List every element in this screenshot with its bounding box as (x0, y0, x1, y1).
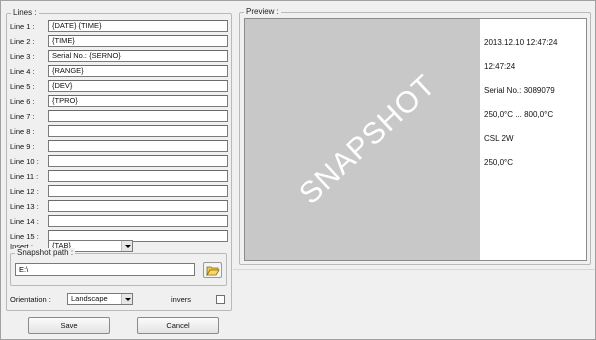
line-label: Line 4 : (10, 67, 35, 76)
lines-group-title: Lines : (11, 8, 39, 18)
orientation-select[interactable]: Landscape (67, 293, 133, 305)
line-label: Line 1 : (10, 22, 35, 31)
preview-canvas: SNAPSHOT 2013.12.10 12:47:24 12:47:24 Se… (244, 18, 587, 261)
line-6-input[interactable]: {TPRO} (48, 95, 228, 107)
line-row-2: Line 2 : {TIME} (7, 35, 233, 48)
line-label: Line 9 : (10, 142, 35, 151)
line-label: Line 11 : (10, 172, 39, 181)
preview-title: Preview : (244, 7, 281, 17)
line-label: Line 7 : (10, 112, 35, 121)
divider (233, 269, 595, 270)
snapshot-watermark: SNAPSHOT (293, 68, 443, 211)
line-row-7: Line 7 : (7, 110, 233, 123)
snapshot-path-group: Snapshot path : E:\ (10, 248, 227, 286)
line-label: Line 14 : (10, 217, 39, 226)
line-row-5: Line 5 : {DEV} (7, 80, 233, 93)
line-row-3: Line 3 : Serial No.: {SERNO} (7, 50, 233, 63)
line-row-11: Line 11 : (7, 170, 233, 183)
line-row-1: Line 1 : {DATE} {TIME} (7, 20, 233, 33)
invers-label: invers (171, 295, 192, 304)
line-4-input[interactable]: {RANGE} (48, 65, 228, 77)
line-row-9: Line 9 : (7, 140, 233, 153)
line-1-input[interactable]: {DATE} {TIME} (48, 20, 228, 32)
line-8-input[interactable] (48, 125, 228, 137)
orientation-label: Orientation : (10, 295, 51, 304)
line-label: Line 12 : (10, 187, 39, 196)
preview-overlay-text: 2013.12.10 12:47:24 12:47:24 Serial No.:… (484, 23, 557, 183)
line-11-input[interactable] (48, 170, 228, 182)
preview-line: 250,0°C ... 800,0°C (484, 110, 554, 119)
line-row-12: Line 12 : (7, 185, 233, 198)
line-label: Line 5 : (10, 82, 35, 91)
lines-group: Lines : Line 1 : {DATE} {TIME} Line 2 : … (6, 8, 233, 311)
line-9-input[interactable] (48, 140, 228, 152)
folder-open-icon (206, 266, 220, 276)
preview-line: 2013.12.10 12:47:24 (484, 38, 558, 47)
cancel-button[interactable]: Cancel (137, 317, 219, 334)
line-row-8: Line 8 : (7, 125, 233, 138)
line-label: Line 6 : (10, 97, 35, 106)
line-label: Line 10 : (10, 157, 39, 166)
line-row-14: Line 14 : (7, 215, 233, 228)
line-label: Line 8 : (10, 127, 35, 136)
line-label: Line 13 : (10, 202, 39, 211)
preview-image-placeholder: SNAPSHOT (245, 19, 480, 260)
preview-line: Serial No.: 3089079 (484, 86, 555, 95)
line-2-input[interactable]: {TIME} (48, 35, 228, 47)
line-12-input[interactable] (48, 185, 228, 197)
line-label: Line 3 : (10, 52, 35, 61)
line-label: Line 15 : (10, 232, 39, 241)
snapshot-path-input[interactable]: E:\ (15, 263, 195, 276)
line-label: Line 2 : (10, 37, 35, 46)
save-button[interactable]: Save (28, 317, 110, 334)
line-14-input[interactable] (48, 215, 228, 227)
invers-checkbox[interactable] (216, 295, 225, 304)
snapshot-settings-window: Lines : Line 1 : {DATE} {TIME} Line 2 : … (0, 0, 596, 340)
preview-line: 12:47:24 (484, 62, 516, 71)
line-row-10: Line 10 : (7, 155, 233, 168)
orientation-select-value: Landscape (71, 294, 108, 303)
line-5-input[interactable]: {DEV} (48, 80, 228, 92)
line-row-4: Line 4 : {RANGE} (7, 65, 233, 78)
preview-line: 250,0°C (484, 158, 513, 167)
chevron-down-icon[interactable] (121, 241, 132, 251)
browse-folder-button[interactable] (203, 262, 222, 278)
line-row-13: Line 13 : (7, 200, 233, 213)
chevron-down-icon[interactable] (121, 294, 132, 304)
line-row-6: Line 6 : {TPRO} (7, 95, 233, 108)
preview-line: CSL 2W (484, 134, 514, 143)
preview-group: Preview : SNAPSHOT 2013.12.10 12:47:24 1… (239, 7, 591, 265)
line-7-input[interactable] (48, 110, 228, 122)
line-10-input[interactable] (48, 155, 228, 167)
snapshot-path-title: Snapshot path : (15, 248, 76, 258)
line-3-input[interactable]: Serial No.: {SERNO} (48, 50, 228, 62)
line-13-input[interactable] (48, 200, 228, 212)
